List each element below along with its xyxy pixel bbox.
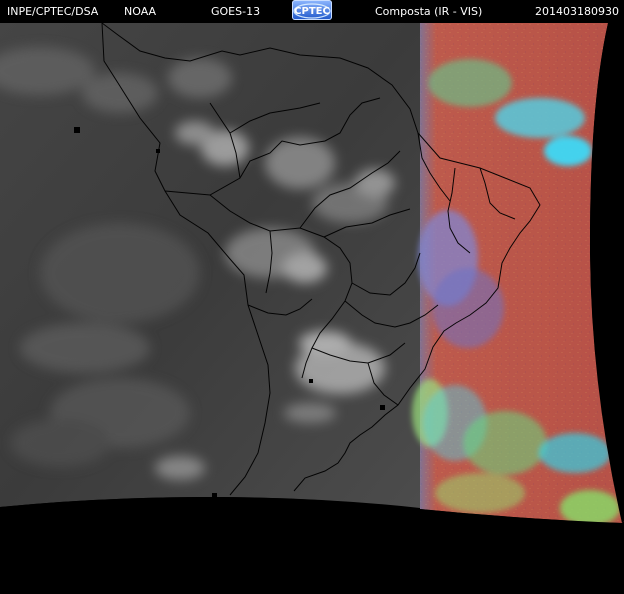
image-header-bar: INPE/CPTEC/DSA NOAA GOES-13 CPTEC Compos… [0,0,624,23]
cptec-logo: CPTEC [292,0,332,20]
satellite-label: GOES-13 [211,5,261,18]
satellite-image-frame: INPE/CPTEC/DSA NOAA GOES-13 CPTEC Compos… [0,0,624,594]
satellite-composite-map [0,23,624,594]
cptec-logo-wordmark: CPTEC [294,6,330,17]
timestamp-label: 201403180930 [535,5,619,18]
source-label: NOAA [124,5,157,18]
agency-label: INPE/CPTEC/DSA [7,5,99,18]
product-label: Composta (IR - VIS) [375,5,483,18]
